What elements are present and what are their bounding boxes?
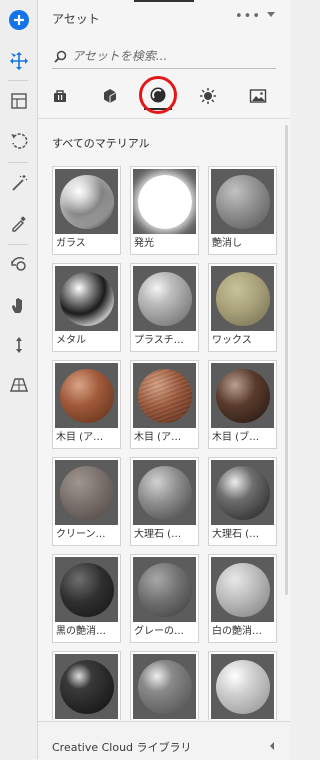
material-card[interactable]: ワックス: [208, 263, 277, 352]
material-sphere: [138, 660, 192, 714]
material-label: ワックス: [212, 335, 252, 346]
material-card[interactable]: 黒の艶消…: [52, 554, 121, 643]
material-card[interactable]: プラスチ…: [130, 263, 199, 352]
filter-models-icon[interactable]: [96, 82, 124, 110]
material-thumbnail: [55, 557, 118, 622]
material-sphere: [216, 466, 270, 520]
panel-title: アセット: [52, 12, 100, 26]
material-sphere: [60, 466, 114, 520]
panel-menu-icon[interactable]: •••: [235, 9, 261, 24]
material-thumbnail: [211, 654, 274, 719]
assets-panel: アセット ••• すべてのマテリアル ガラス 発光 艶消しメタル プラスチ… ワックス木…: [38, 0, 290, 760]
material-label: 木目 (ア…: [134, 432, 182, 443]
footer-label: Creative Cloud ライブラリ: [52, 741, 192, 754]
perspective-icon[interactable]: [0, 370, 37, 400]
material-label: 木目 (ア…: [56, 432, 104, 443]
material-thumbnail: [133, 363, 196, 428]
material-thumbnail: [133, 266, 196, 331]
material-sphere: [138, 466, 192, 520]
material-label: 発光: [134, 238, 154, 249]
material-card[interactable]: 大理石 (…: [208, 457, 277, 546]
material-sphere: [216, 660, 270, 714]
material-thumbnail: [133, 169, 196, 234]
search-field: [52, 44, 276, 69]
material-thumbnail: [211, 266, 274, 331]
material-sphere: [138, 272, 192, 326]
footer-expand-icon[interactable]: [270, 742, 274, 750]
material-thumbnail: [55, 654, 118, 719]
material-label: 木目 (ブ…: [212, 432, 260, 443]
add-icon[interactable]: [0, 5, 37, 35]
material-sphere: [60, 175, 114, 229]
material-thumbnail: [55, 460, 118, 525]
material-thumbnail: [133, 460, 196, 525]
material-card[interactable]: ガラス: [52, 166, 121, 255]
material-card[interactable]: 木目 (ア…: [130, 360, 199, 449]
material-sphere: [60, 660, 114, 714]
hand-icon[interactable]: [0, 290, 37, 320]
material-sphere: [138, 369, 192, 423]
material-card[interactable]: 艶消し: [208, 166, 277, 255]
material-card[interactable]: グレーの…: [130, 554, 199, 643]
material-label: 大理石 (…: [212, 529, 260, 540]
move-icon[interactable]: [0, 46, 37, 76]
material-thumbnail: [211, 557, 274, 622]
highlight-ring: [139, 76, 177, 114]
rotate-icon[interactable]: [0, 126, 37, 156]
frame-icon[interactable]: [0, 86, 37, 116]
material-card[interactable]: クリーン…: [52, 457, 121, 546]
material-label: クリーン…: [56, 529, 106, 540]
material-thumbnail: [211, 363, 274, 428]
panel-collapse-icon[interactable]: [267, 12, 275, 17]
filter-all-icon[interactable]: [46, 82, 74, 110]
material-sphere: [138, 175, 192, 229]
dolly-icon[interactable]: [0, 330, 37, 360]
material-sphere: [60, 272, 114, 326]
material-sphere: [138, 563, 192, 617]
material-thumbnail: [55, 266, 118, 331]
material-card[interactable]: 木目 (ア…: [52, 360, 121, 449]
orbit-icon[interactable]: [0, 250, 37, 280]
material-label: ガラス: [56, 238, 86, 249]
material-sphere: [60, 369, 114, 423]
material-card[interactable]: 黒のプラ…: [52, 651, 121, 720]
library-footer[interactable]: Creative Cloud ライブラリ: [38, 721, 290, 760]
filter-images-icon[interactable]: [244, 82, 272, 110]
material-card[interactable]: グレーの…: [130, 651, 199, 720]
material-thumbnail: [211, 169, 274, 234]
material-label: 黒の艶消…: [56, 626, 106, 637]
left-toolbar: [0, 0, 38, 759]
section-title: すべてのマテリアル: [52, 137, 150, 150]
material-label: 艶消し: [212, 238, 242, 249]
material-label: 大理石 (…: [134, 529, 182, 540]
panel-drag-handle[interactable]: [134, 0, 194, 2]
eyedropper-icon[interactable]: [0, 208, 37, 238]
material-sphere: [216, 369, 270, 423]
material-thumbnail: [133, 557, 196, 622]
material-card[interactable]: 発光: [130, 166, 199, 255]
panel-scrollbar[interactable]: [285, 125, 288, 595]
material-thumbnail: [55, 169, 118, 234]
material-label: 白の艶消…: [212, 626, 262, 637]
material-sphere: [216, 563, 270, 617]
material-label: メタル: [56, 335, 86, 346]
material-grid: ガラス 発光 艶消しメタル プラスチ… ワックス木目 (ア… 木目 (ア… 木目 (ブ… クリ…: [52, 166, 282, 720]
material-sphere: [216, 272, 270, 326]
filter-lights-icon[interactable]: [194, 82, 222, 110]
material-thumbnail: [55, 363, 118, 428]
material-thumbnail: [133, 654, 196, 719]
material-sphere: [216, 175, 270, 229]
material-label: グレーの…: [134, 626, 184, 637]
material-card[interactable]: 白の艶消…: [208, 554, 277, 643]
search-input[interactable]: [68, 46, 272, 66]
material-thumbnail: [211, 460, 274, 525]
material-sphere: [60, 563, 114, 617]
material-card[interactable]: 大理石 (…: [130, 457, 199, 546]
material-card[interactable]: メタル: [52, 263, 121, 352]
magic-wand-icon[interactable]: [0, 168, 37, 198]
material-card[interactable]: 木目 (ブ…: [208, 360, 277, 449]
material-card[interactable]: 白のプラ…: [208, 651, 277, 720]
material-label: プラスチ…: [134, 335, 184, 346]
search-icon: [52, 48, 68, 64]
